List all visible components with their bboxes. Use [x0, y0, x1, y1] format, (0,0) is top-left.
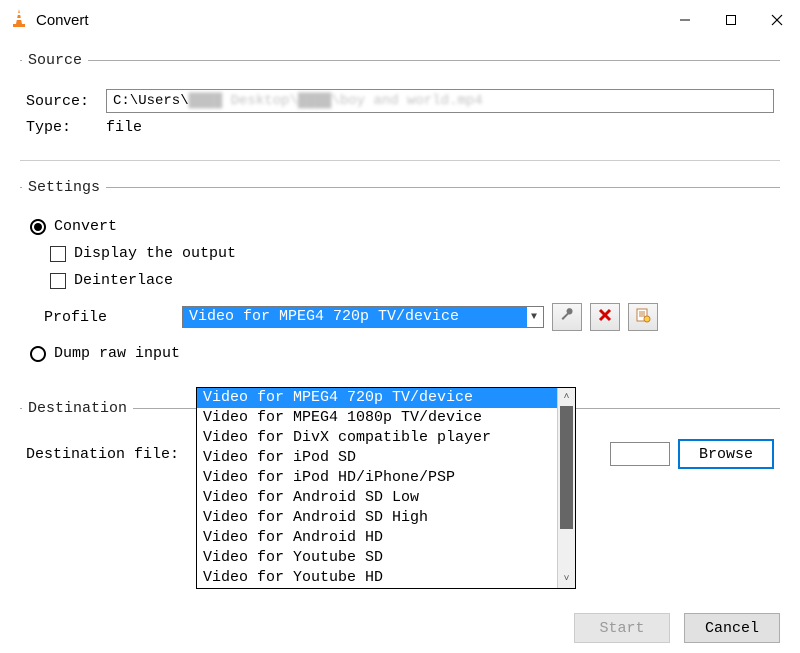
profile-option[interactable]: Video for iPod SD: [197, 448, 557, 468]
scrollbar[interactable]: ˄ ˅: [557, 388, 575, 588]
profile-dropdown-list[interactable]: Video for MPEG4 720p TV/deviceVideo for …: [196, 387, 576, 589]
browse-button[interactable]: Browse: [678, 439, 774, 469]
destination-file-label: Destination file:: [26, 446, 186, 463]
window-title: Convert: [36, 12, 89, 29]
checkbox-unchecked-icon: [50, 246, 66, 262]
profile-option[interactable]: Video for Android SD High: [197, 508, 557, 528]
profile-option[interactable]: Video for MPEG4 720p TV/device: [197, 388, 557, 408]
destination-legend: Destination: [22, 400, 133, 417]
convert-radio-label: Convert: [54, 218, 117, 235]
scroll-down-icon[interactable]: ˅: [558, 570, 575, 588]
source-path-prefix: C:\Users\: [113, 93, 189, 109]
profile-option[interactable]: Video for Android HD: [197, 528, 557, 548]
dump-raw-label: Dump raw input: [54, 345, 180, 362]
settings-legend: Settings: [22, 179, 106, 196]
scroll-thumb[interactable]: [560, 406, 573, 529]
maximize-button[interactable]: [708, 0, 754, 40]
type-value: file: [106, 119, 142, 136]
x-red-icon: [598, 308, 612, 327]
source-legend: Source: [22, 52, 88, 69]
profile-option[interactable]: Video for Youtube HD: [197, 568, 557, 588]
new-profile-button[interactable]: [628, 303, 658, 331]
chevron-down-icon: ▼: [527, 307, 541, 327]
display-output-label: Display the output: [74, 245, 236, 262]
radio-unselected-icon: [30, 346, 46, 362]
vlc-cone-icon: [10, 8, 28, 32]
checkbox-unchecked-icon: [50, 273, 66, 289]
dump-raw-radio[interactable]: Dump raw input: [30, 345, 774, 362]
profile-label: Profile: [44, 309, 174, 326]
profile-option[interactable]: Video for Youtube SD: [197, 548, 557, 568]
profile-option[interactable]: Video for Android SD Low: [197, 488, 557, 508]
profile-combo[interactable]: Video for MPEG4 720p TV/device ▼: [182, 306, 544, 328]
settings-group: Settings Convert Display the output Dein…: [20, 179, 780, 382]
source-path-blurred: ████ Desktop\████\boy and world.mp4: [189, 93, 483, 109]
cancel-button[interactable]: Cancel: [684, 613, 780, 643]
minimize-button[interactable]: [662, 0, 708, 40]
dialog-footer: Start Cancel: [574, 613, 780, 643]
start-button[interactable]: Start: [574, 613, 670, 643]
convert-radio[interactable]: Convert: [30, 218, 774, 235]
delete-profile-button[interactable]: [590, 303, 620, 331]
deinterlace-label: Deinterlace: [74, 272, 173, 289]
scroll-track[interactable]: [558, 406, 575, 570]
profile-option[interactable]: Video for iPod HD/iPhone/PSP: [197, 468, 557, 488]
type-label: Type:: [26, 119, 96, 136]
profile-option[interactable]: Video for MPEG4 1080p TV/device: [197, 408, 557, 428]
profile-selected: Video for MPEG4 720p TV/device: [183, 307, 527, 327]
edit-profile-button[interactable]: [552, 303, 582, 331]
deinterlace-checkbox[interactable]: Deinterlace: [50, 272, 774, 289]
destination-file-input[interactable]: [610, 442, 670, 466]
source-group: Source Source: C:\Users\ ████ Desktop\██…: [20, 52, 780, 161]
titlebar: Convert: [0, 0, 800, 40]
radio-selected-icon: [30, 219, 46, 235]
new-document-icon: [635, 307, 651, 328]
close-button[interactable]: [754, 0, 800, 40]
display-output-checkbox[interactable]: Display the output: [50, 245, 774, 262]
profile-option[interactable]: Video for DivX compatible player: [197, 428, 557, 448]
source-label: Source:: [26, 93, 96, 110]
wrench-icon: [559, 307, 575, 328]
scroll-up-icon[interactable]: ˄: [558, 388, 575, 406]
source-input[interactable]: C:\Users\ ████ Desktop\████\boy and worl…: [106, 89, 774, 113]
